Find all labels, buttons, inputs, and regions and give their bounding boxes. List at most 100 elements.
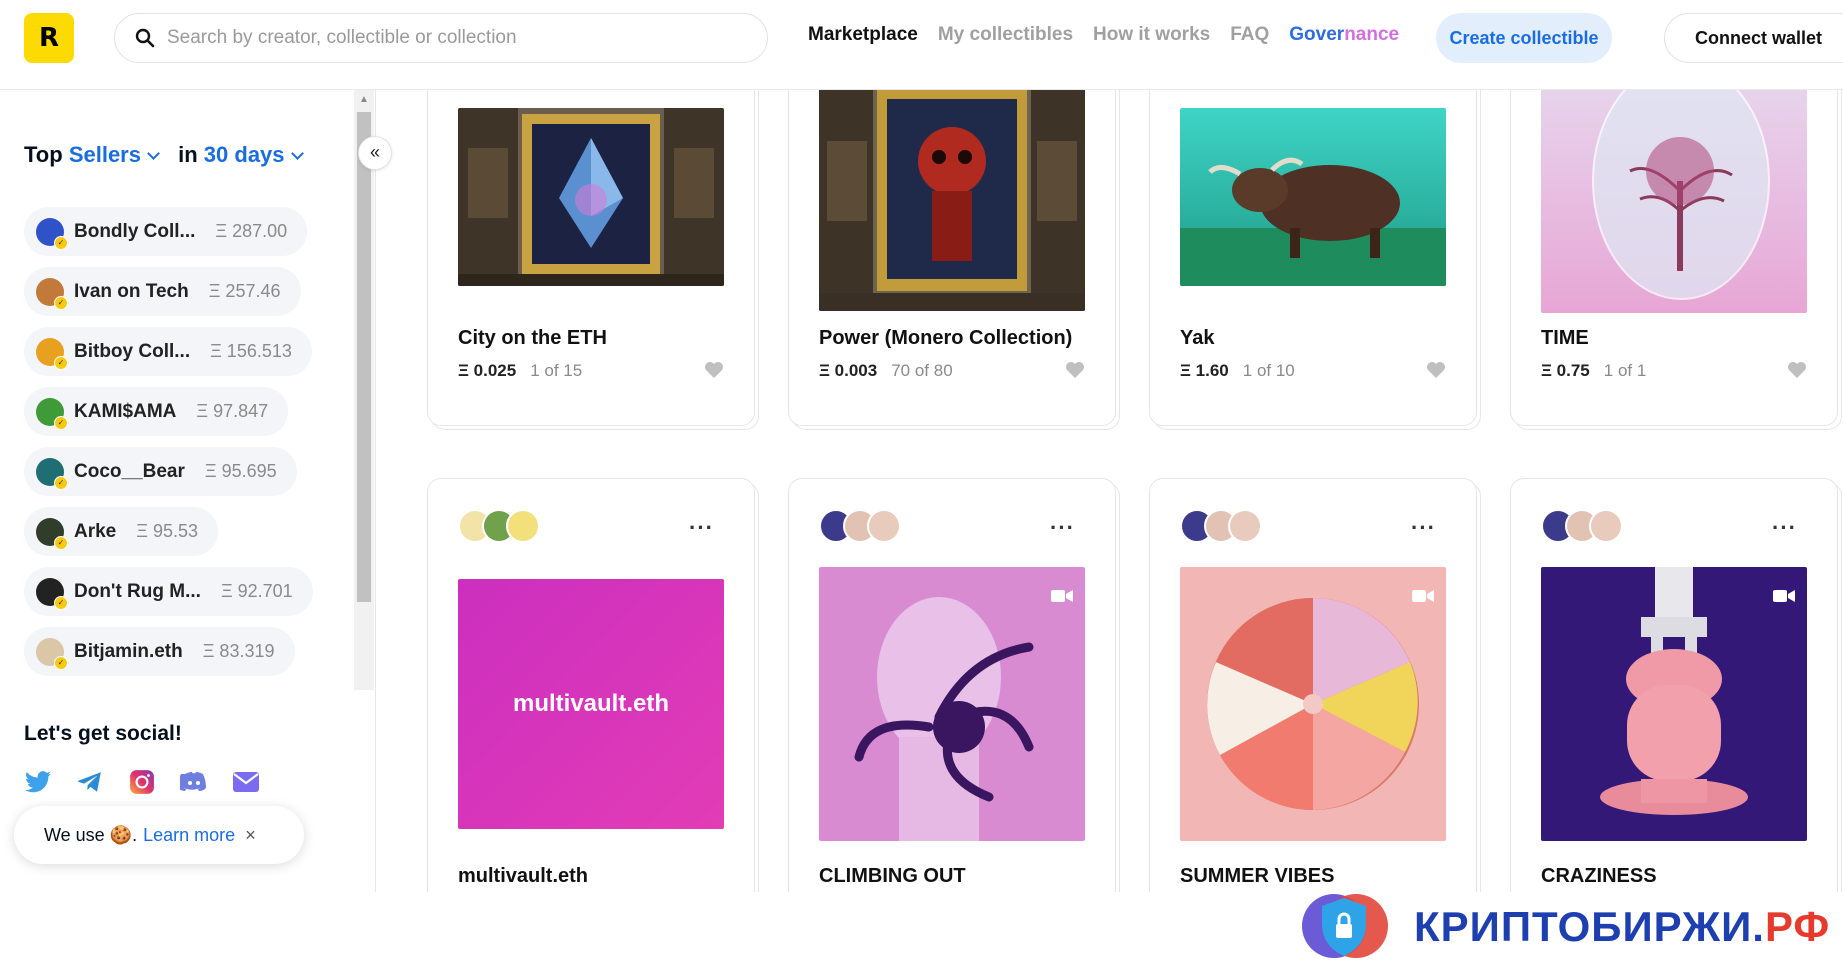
collectible-card[interactable]: City on the ETH Ξ 0.025 1 of 15: [427, 90, 755, 426]
edition-count: 70 of 80: [891, 361, 953, 380]
seller-name[interactable]: Coco__Bear: [74, 461, 185, 483]
seller-avatar[interactable]: ✓: [36, 637, 68, 670]
seller-avatar[interactable]: ✓: [36, 577, 68, 610]
owner-avatar[interactable]: [1228, 509, 1262, 543]
twitter-icon[interactable]: [24, 768, 52, 796]
learn-more-link[interactable]: Learn more: [143, 825, 235, 846]
governance-label-b: nance: [1344, 24, 1400, 45]
owner-avatar[interactable]: [867, 509, 901, 543]
collectible-card[interactable]: ··· SUMMER VIBES: [1149, 478, 1477, 892]
connect-wallet-button[interactable]: Connect wallet: [1664, 13, 1843, 63]
verified-badge-icon: ✓: [54, 355, 68, 370]
card-title[interactable]: multivault.eth: [458, 865, 588, 888]
scrollbar-thumb[interactable]: [357, 112, 371, 602]
sidebar-scrollbar[interactable]: ▲: [354, 90, 374, 690]
seller-avatar[interactable]: ✓: [36, 457, 68, 490]
owner-avatar[interactable]: [1589, 509, 1623, 543]
price-value: Ξ 0.75: [1541, 361, 1590, 380]
owner-avatar[interactable]: [506, 509, 540, 543]
rarible-logo[interactable]: R: [24, 13, 74, 63]
collectible-card[interactable]: Power (Monero Collection) Ξ 0.003 70 of 8…: [788, 90, 1116, 426]
collectible-image-craziness[interactable]: [1541, 567, 1807, 841]
collectible-image-climbing-out[interactable]: [819, 567, 1085, 841]
heart-icon[interactable]: [1065, 361, 1085, 379]
nav-faq[interactable]: FAQ: [1230, 24, 1269, 46]
collectible-image-multivault[interactable]: multivault.eth: [458, 579, 724, 829]
card-title[interactable]: SUMMER VIBES: [1180, 865, 1334, 888]
price-value: Ξ 0.003: [819, 361, 878, 380]
seller-avatar[interactable]: ✓: [36, 337, 68, 370]
instagram-icon[interactable]: [128, 768, 156, 796]
collectible-image-power-monero[interactable]: [819, 90, 1085, 311]
more-options-icon[interactable]: ···: [1411, 515, 1436, 541]
card-title[interactable]: Yak: [1180, 327, 1214, 350]
collectible-image-yak[interactable]: [1180, 108, 1446, 286]
seller-volume: Ξ 97.847: [196, 401, 269, 421]
card-price: Ξ 0.75 1 of 1: [1541, 361, 1646, 381]
more-options-icon[interactable]: ···: [1772, 515, 1797, 541]
seller-item[interactable]: ✓ KAMI$AMA Ξ 97.847: [24, 387, 289, 436]
in-label: in: [178, 142, 198, 167]
collectible-card[interactable]: ··· CRAZINESS: [1510, 478, 1838, 892]
seller-avatar[interactable]: ✓: [36, 397, 68, 430]
card-title[interactable]: CLIMBING OUT: [819, 865, 966, 888]
seller-name[interactable]: Don't Rug M...: [74, 581, 201, 603]
category-dropdown[interactable]: Sellers: [69, 142, 172, 167]
collectible-card[interactable]: TIME Ξ 0.75 1 of 1: [1510, 90, 1838, 426]
card-title[interactable]: CRAZINESS: [1541, 865, 1657, 888]
collapse-sidebar-button[interactable]: «: [358, 136, 392, 170]
verified-badge-icon: ✓: [54, 595, 68, 610]
card-title[interactable]: City on the ETH: [458, 327, 607, 350]
verified-badge-icon: ✓: [54, 475, 68, 490]
heart-icon[interactable]: [1426, 361, 1446, 379]
collectible-card[interactable]: Yak Ξ 1.60 1 of 10: [1149, 90, 1477, 426]
seller-item[interactable]: ✓ Coco__Bear Ξ 95.695: [24, 447, 297, 496]
seller-item[interactable]: ✓ Arke Ξ 95.53: [24, 507, 218, 556]
collectible-image-time[interactable]: [1541, 90, 1807, 313]
period-dropdown[interactable]: 30 days: [204, 142, 316, 167]
seller-item[interactable]: ✓ Ivan on Tech Ξ 257.46: [24, 267, 301, 316]
price-value: Ξ 1.60: [1180, 361, 1229, 380]
collectible-image-city-on-eth[interactable]: [458, 108, 724, 286]
card-title[interactable]: TIME: [1541, 327, 1589, 350]
collectible-image-summer-vibes[interactable]: [1180, 567, 1446, 841]
seller-avatar[interactable]: ✓: [36, 277, 68, 310]
more-options-icon[interactable]: ···: [1050, 515, 1075, 541]
seller-name[interactable]: Bitjamin.eth: [74, 641, 183, 663]
seller-avatar[interactable]: ✓: [36, 517, 68, 550]
collectible-card[interactable]: ··· multivault.eth multivault.eth: [427, 478, 755, 892]
seller-item[interactable]: ✓ Bondly Coll... Ξ 287.00: [24, 207, 308, 256]
mail-icon[interactable]: [232, 768, 260, 796]
nav-marketplace[interactable]: Marketplace: [808, 24, 918, 46]
collectible-card[interactable]: ··· CLIMBING OUT: [788, 478, 1116, 892]
nav-how-it-works[interactable]: How it works: [1093, 24, 1210, 46]
seller-avatar[interactable]: ✓: [36, 217, 68, 250]
seller-name[interactable]: Bondly Coll...: [74, 221, 195, 243]
discord-icon[interactable]: [180, 768, 208, 796]
seller-item[interactable]: ✓ Don't Rug M... Ξ 92.701: [24, 567, 313, 616]
scroll-up-arrow-icon[interactable]: ▲: [354, 90, 374, 110]
seller-name[interactable]: Arke: [74, 521, 116, 543]
seller-name[interactable]: Ivan on Tech: [74, 281, 189, 303]
seller-name[interactable]: Bitboy Coll...: [74, 341, 190, 363]
card-title[interactable]: Power (Monero Collection): [819, 327, 1072, 350]
seller-item[interactable]: ✓ Bitboy Coll... Ξ 156.513: [24, 327, 312, 376]
create-collectible-button[interactable]: Create collectible: [1436, 13, 1612, 63]
search-bar[interactable]: [114, 13, 768, 63]
search-icon: [135, 28, 155, 48]
nav-governance[interactable]: Governance: [1289, 24, 1399, 46]
card-price: Ξ 0.025 1 of 15: [458, 361, 582, 381]
telegram-icon[interactable]: [76, 768, 104, 796]
more-options-icon[interactable]: ···: [689, 515, 714, 541]
edition-count: 1 of 1: [1603, 361, 1647, 380]
close-icon[interactable]: ×: [245, 825, 256, 846]
seller-volume: Ξ 92.701: [220, 581, 293, 601]
heart-icon[interactable]: [704, 361, 724, 379]
video-camera-icon: [1773, 590, 1795, 602]
heart-icon[interactable]: [1787, 361, 1807, 379]
nav-my-collectibles[interactable]: My collectibles: [938, 24, 1073, 46]
verified-badge-icon: ✓: [54, 295, 68, 310]
seller-name[interactable]: KAMI$AMA: [74, 401, 176, 423]
search-input[interactable]: [167, 27, 727, 49]
seller-item[interactable]: ✓ Bitjamin.eth Ξ 83.319: [24, 627, 295, 676]
